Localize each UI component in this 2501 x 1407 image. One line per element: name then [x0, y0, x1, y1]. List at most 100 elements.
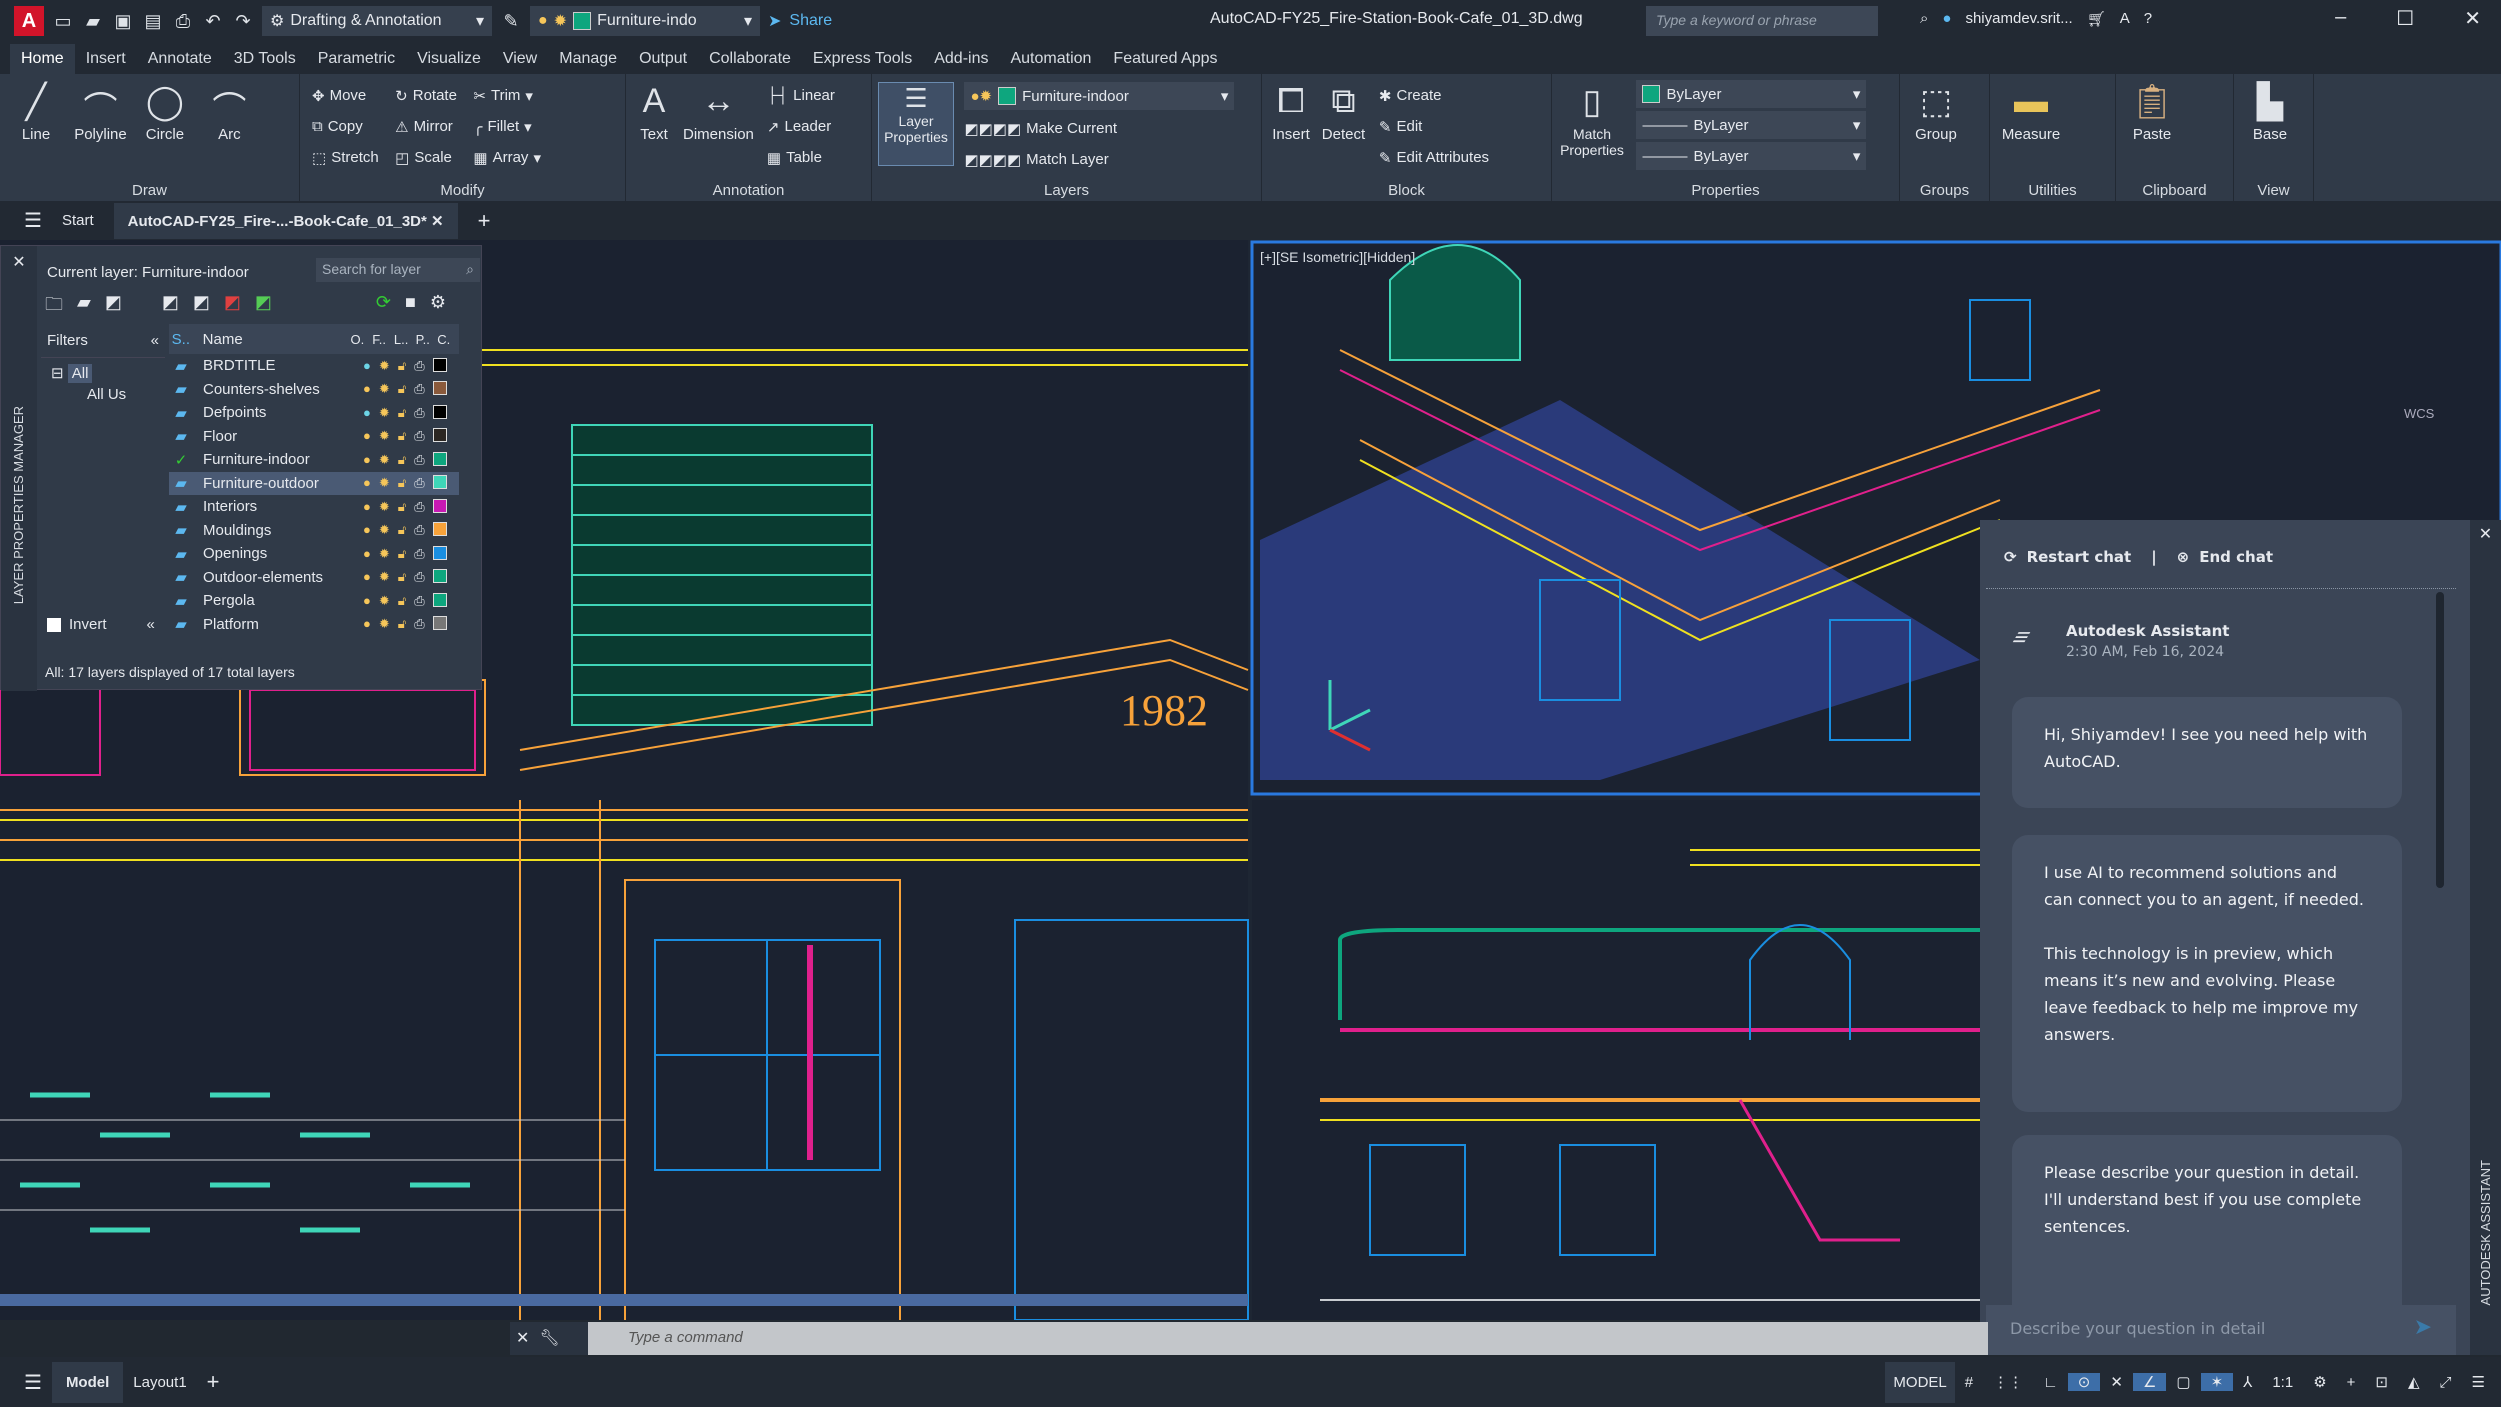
layer-name[interactable]: Mouldings — [193, 522, 353, 539]
plot-icon[interactable]: ⎙ — [414, 616, 424, 632]
annotation-scale-value[interactable]: 1:1 — [2262, 1374, 2303, 1391]
gear-icon[interactable]: ⚙ — [430, 292, 446, 322]
lock-icon[interactable]: 🔓︎ — [398, 475, 406, 491]
save-as-icon[interactable]: ▤ — [142, 10, 164, 32]
workspace-select[interactable]: ⚙ Drafting & Annotation ▾ — [262, 6, 492, 36]
lock-icon[interactable]: 🔓︎ — [398, 428, 406, 444]
layer-name[interactable]: BRDTITLE — [193, 357, 353, 374]
refresh-icon[interactable]: ⟳ — [376, 292, 391, 322]
lineweight-dropdown[interactable]: ——— ByLayer ▾ — [1636, 142, 1867, 170]
tab-visualize[interactable]: Visualize — [406, 44, 492, 74]
layer-name[interactable]: Pergola — [193, 592, 353, 609]
table-button[interactable]: ▦ Table — [767, 142, 835, 173]
detect-button[interactable]: ⧉ Detect — [1318, 82, 1368, 143]
help-search-input[interactable]: Type a keyword or phrase — [1646, 6, 1878, 36]
layer-name[interactable]: Openings — [193, 545, 353, 562]
layer-name[interactable]: Floor — [193, 428, 353, 445]
layer-name[interactable]: Platform — [193, 616, 353, 633]
layer-row[interactable]: ✓ Furniture-indoor ● ✹ 🔓︎ ⎙ — [169, 448, 459, 472]
layer-color-swatch[interactable] — [432, 381, 447, 396]
layer-row[interactable]: ▰ Mouldings ● ✹ 🔓︎ ⎙ — [169, 519, 459, 543]
measure-button[interactable]: ▬ Measure — [1996, 82, 2066, 143]
layer-row[interactable]: ▰ BRDTITLE ● ✹ 🔓︎ ⎙ — [169, 354, 459, 378]
array-button[interactable]: ▦ Array ▾ — [473, 142, 541, 173]
match-icon[interactable]: ✎ — [500, 10, 522, 32]
layer-row[interactable]: ▰ Furniture-outdoor ● ✹ 🔓︎ ⎙ — [169, 471, 459, 495]
tab-automation[interactable]: Automation — [999, 44, 1102, 74]
user-menu[interactable]: shiyamdev.srit... — [1965, 10, 2072, 28]
sun-icon[interactable]: ✹ — [379, 569, 390, 585]
lock-icon[interactable]: 🔓︎ — [398, 569, 406, 585]
close-icon[interactable]: ✕ — [2470, 524, 2501, 544]
filter-all[interactable]: ⊟ All — [51, 364, 126, 383]
layer-color-swatch[interactable] — [432, 451, 447, 466]
object-snap-icon[interactable]: ▢ — [2166, 1373, 2200, 1391]
bulb-icon[interactable]: ● — [363, 452, 371, 468]
lock-icon[interactable]: 🔓︎ — [398, 522, 406, 538]
annotation-panel-title[interactable]: Annotation — [626, 182, 871, 199]
set-current-icon[interactable]: ◩ — [255, 292, 272, 322]
plot-icon[interactable]: ⎙ — [414, 452, 424, 468]
close-tab-icon[interactable]: ✕ — [431, 213, 444, 230]
print-icon[interactable]: ⎙ — [172, 10, 194, 32]
copy-button[interactable]: ⧉ Copy — [312, 111, 379, 142]
menu-icon[interactable]: ☰ — [24, 208, 42, 233]
layer-states-icon[interactable]: ◩ — [105, 292, 122, 322]
leader-button[interactable]: ↗ Leader — [767, 111, 835, 142]
new-layer-icon[interactable]: ◩ — [162, 292, 179, 322]
lock-icon[interactable]: 🔓︎ — [398, 616, 406, 632]
layer-row[interactable]: ▰ Counters-shelves ● ✹ 🔓︎ ⎙ — [169, 378, 459, 402]
fillet-button[interactable]: ╭ Fillet ▾ — [473, 111, 541, 142]
maximize-button[interactable]: ☐ — [2396, 6, 2414, 31]
base-button[interactable]: ▙ Base — [2240, 82, 2300, 143]
arc-button[interactable]: ⌒ Arc — [199, 82, 259, 143]
lock-icon[interactable]: 🔓︎ — [398, 452, 406, 468]
workspace-gear-icon[interactable]: ⚙ — [2303, 1373, 2336, 1391]
color-dropdown[interactable]: ByLayer ▾ — [1636, 80, 1867, 108]
header-color[interactable]: C. — [437, 332, 459, 347]
share-button[interactable]: Share — [789, 12, 832, 30]
quick-layer-select[interactable]: ● ✹ Furniture-indo ▾ — [530, 6, 760, 36]
paste-button[interactable]: 📋︎ Paste — [2122, 82, 2182, 143]
layout1-tab[interactable]: Layout1 — [123, 1374, 196, 1391]
units-icon[interactable]: ⊡ — [2365, 1373, 2398, 1391]
snap-icon[interactable]: ⋮⋮ — [1983, 1373, 2033, 1391]
tab-insert[interactable]: Insert — [75, 44, 137, 74]
layer-row[interactable]: ▰ Openings ● ✹ 🔓︎ ⎙ — [169, 542, 459, 566]
bulb-icon[interactable]: ● — [363, 499, 371, 515]
sun-icon[interactable]: ✹ — [379, 405, 390, 421]
sun-icon[interactable]: ✹ — [379, 499, 390, 515]
move-button[interactable]: ✥ Move — [312, 80, 379, 111]
autocad-logo[interactable]: A — [14, 6, 44, 36]
lock-icon[interactable]: 🔓︎ — [398, 593, 406, 609]
mirror-button[interactable]: ⚠ Mirror — [395, 111, 457, 142]
circle-button[interactable]: ◯ Circle — [135, 82, 195, 143]
wrench-icon[interactable]: 🔧︎ — [539, 1328, 559, 1349]
fullscreen-icon[interactable]: ⤢ — [2430, 1374, 2462, 1391]
plot-icon[interactable]: ⎙ — [414, 358, 424, 374]
layer-row[interactable]: ▰ Interiors ● ✹ 🔓︎ ⎙ — [169, 495, 459, 519]
autodesk-icon[interactable]: A — [2120, 10, 2130, 28]
bulb-icon[interactable]: ● — [363, 381, 371, 397]
stretch-button[interactable]: ⬚ Stretch — [312, 142, 379, 173]
delete-layer-icon[interactable]: ◩ — [224, 292, 241, 322]
search-icon[interactable]: ⌕ — [1920, 10, 1928, 28]
plot-icon[interactable]: ⎙ — [414, 593, 424, 609]
grid-icon[interactable]: # — [1955, 1374, 1983, 1391]
bulb-icon[interactable]: ● — [363, 428, 371, 444]
header-lock[interactable]: L.. — [394, 332, 416, 347]
tab-featured-apps[interactable]: Featured Apps — [1102, 44, 1228, 74]
layer-row[interactable]: ▰ Floor ● ✹ 🔓︎ ⎙ — [169, 425, 459, 449]
bulb-icon[interactable]: ● — [363, 569, 371, 585]
trim-button[interactable]: ✂ Trim ▾ — [473, 80, 541, 111]
add-layout-button[interactable]: + — [197, 1369, 230, 1395]
layer-color-swatch[interactable] — [432, 592, 447, 607]
properties-panel-title[interactable]: Properties — [1552, 182, 1899, 199]
scale-button[interactable]: ◰ Scale — [395, 142, 457, 173]
ortho-icon[interactable]: ∟ — [2033, 1374, 2068, 1391]
groups-panel-title[interactable]: Groups — [1900, 182, 1989, 199]
close-button[interactable]: ✕ — [2464, 6, 2481, 31]
menu-icon[interactable]: ☰ — [0, 1370, 52, 1395]
layer-name[interactable]: Outdoor-elements — [193, 569, 353, 586]
lock-icon[interactable]: 🔓︎ — [398, 546, 406, 562]
